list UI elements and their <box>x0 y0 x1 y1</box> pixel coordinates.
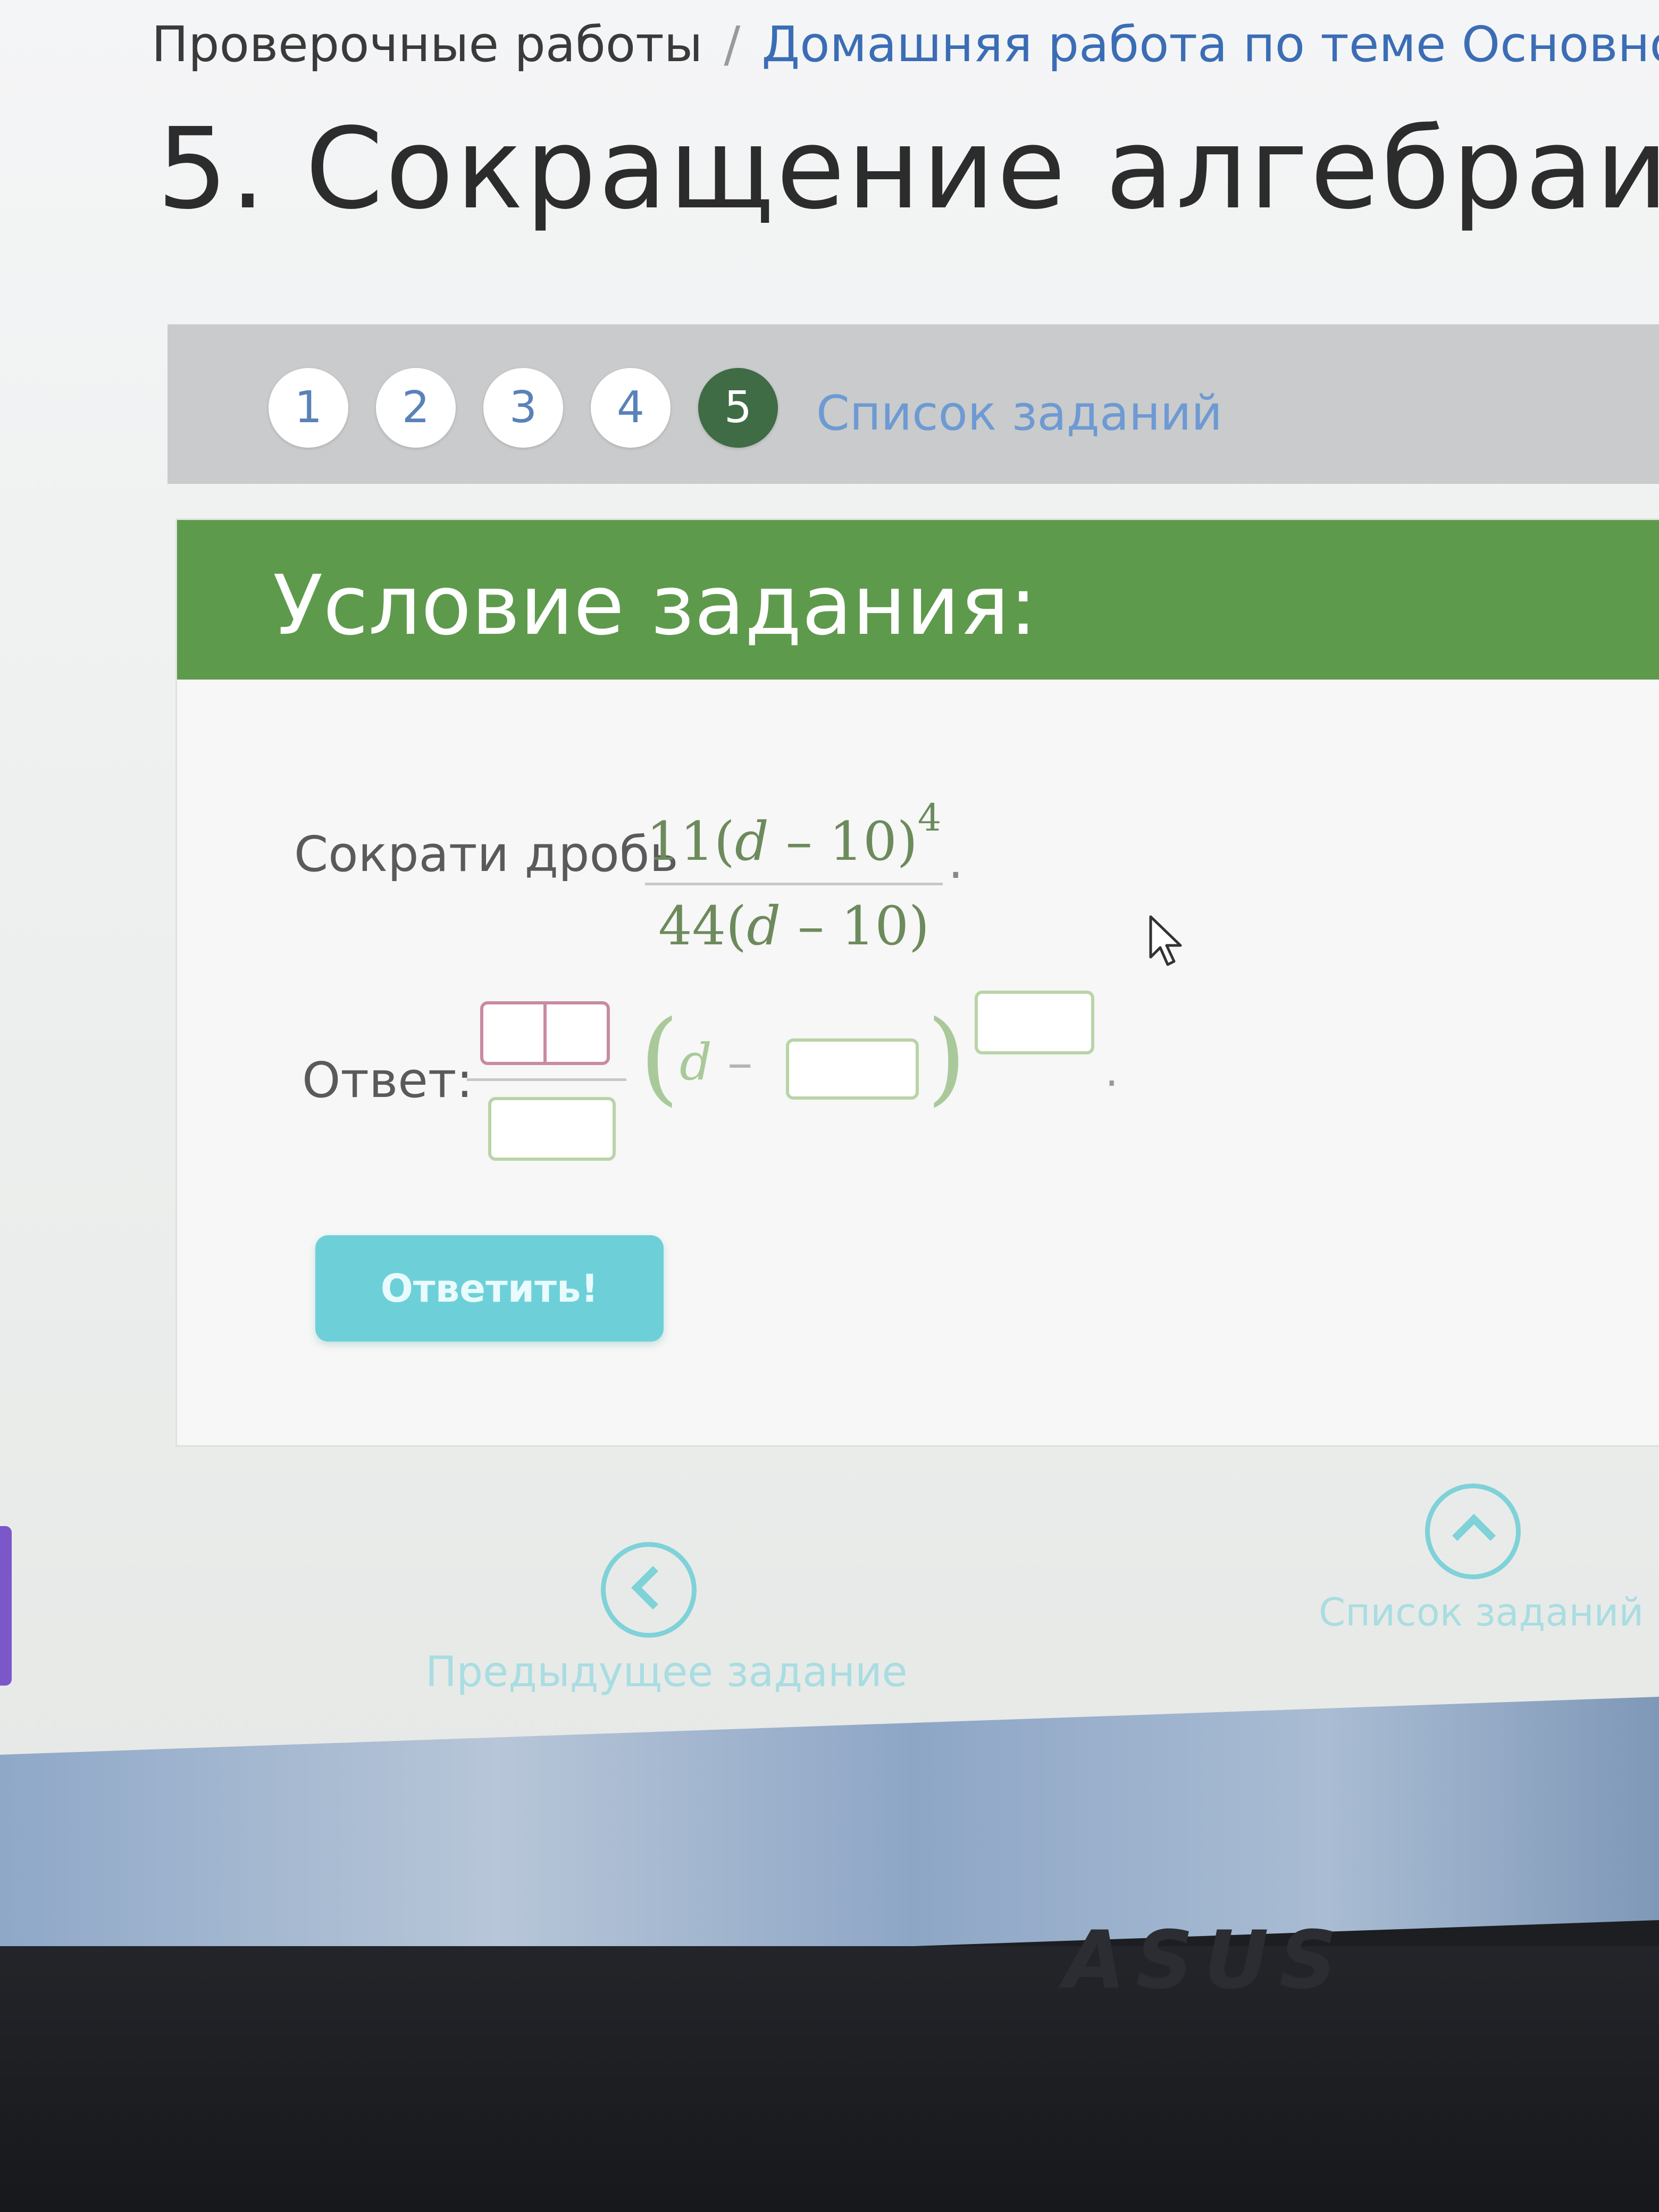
task-list-link[interactable]: Список заданий <box>816 386 1222 441</box>
fraction-period: . <box>948 834 963 890</box>
denominator-variable: d <box>747 895 781 957</box>
denominator-coefficient: 44( <box>658 895 747 957</box>
condition-header: Условие задания: <box>177 520 1659 680</box>
numerator-exponent: 4 <box>917 796 942 840</box>
task-navigation: 1 2 3 4 5 Список заданий <box>167 324 1659 484</box>
fraction-numerator: 11(d – 10)4 <box>645 783 943 876</box>
chevron-left-glyph <box>631 1565 675 1610</box>
problem-prompt: Сократи дробь <box>294 826 678 883</box>
task-list-footer-label[interactable]: Список заданий <box>1319 1590 1644 1635</box>
chevron-up-icon[interactable] <box>1425 1484 1521 1579</box>
answer-period: . <box>1105 1046 1119 1096</box>
task-nav-item-5[interactable]: 5 <box>698 368 778 448</box>
answer-numerator-input-left[interactable] <box>480 1001 547 1065</box>
fraction-bar <box>645 883 943 885</box>
previous-task-label[interactable]: Предыдущее задание <box>425 1648 908 1696</box>
breadcrumb-current-link[interactable]: Домашняя работа по теме Основное свой <box>761 16 1659 73</box>
numerator-variable: d <box>734 810 769 873</box>
task-panel: Условие задания: Сократи дробь 11(d – 10… <box>175 518 1659 1447</box>
breadcrumb-separator: / <box>724 16 741 73</box>
laptop-brand-logo: ASUS <box>1063 1914 1347 2007</box>
condition-title: Условие задания: <box>273 557 1037 653</box>
answer-denominator-input[interactable] <box>488 1097 616 1161</box>
submit-answer-button[interactable]: Ответить! <box>315 1235 664 1342</box>
answer-label: Ответ: <box>302 1052 473 1109</box>
task-nav-item-4[interactable]: 4 <box>591 368 671 448</box>
answer-minus-sign: – <box>727 1033 753 1092</box>
window-edge-accent <box>0 1526 12 1686</box>
breadcrumb: Проверочные работы / Домашняя работа по те… <box>152 16 1659 73</box>
task-nav-item-2[interactable]: 2 <box>376 368 456 448</box>
fraction-denominator: 44(d – 10) <box>645 892 943 961</box>
page-title: 5. Сокращение алгебраическо <box>157 104 1659 234</box>
chevron-up-glyph <box>1452 1513 1496 1558</box>
mouse-cursor-icon <box>1149 915 1182 966</box>
previous-task-link[interactable]: Предыдущее задание <box>425 1542 908 1739</box>
answer-variable: d <box>680 1033 712 1092</box>
browser-screen: Проверочные работы / Домашняя работа по те… <box>0 0 1659 1893</box>
breadcrumb-parent-link[interactable]: Проверочные работы <box>152 16 702 73</box>
task-list-footer-link[interactable]: Список заданий <box>1319 1484 1644 1659</box>
denominator-rest: – 10) <box>781 895 930 957</box>
given-fraction: 11(d – 10)4 44(d – 10) <box>645 783 943 961</box>
answer-fraction-bar <box>467 1078 626 1081</box>
answer-exponent-input[interactable] <box>975 991 1094 1054</box>
numerator-rest: – 10) <box>768 810 918 873</box>
laptop-bezel <box>0 1946 1659 2212</box>
answer-paren-open: ( <box>640 999 680 1116</box>
chevron-left-icon[interactable] <box>601 1542 697 1638</box>
task-nav-item-3[interactable]: 3 <box>483 368 563 448</box>
answer-paren-close: ) <box>927 999 967 1116</box>
task-nav-item-1[interactable]: 1 <box>269 368 348 448</box>
numerator-coefficient: 11( <box>646 810 735 873</box>
answer-numerator-input-right[interactable] <box>543 1001 610 1065</box>
answer-subtrahend-input[interactable] <box>786 1038 919 1100</box>
